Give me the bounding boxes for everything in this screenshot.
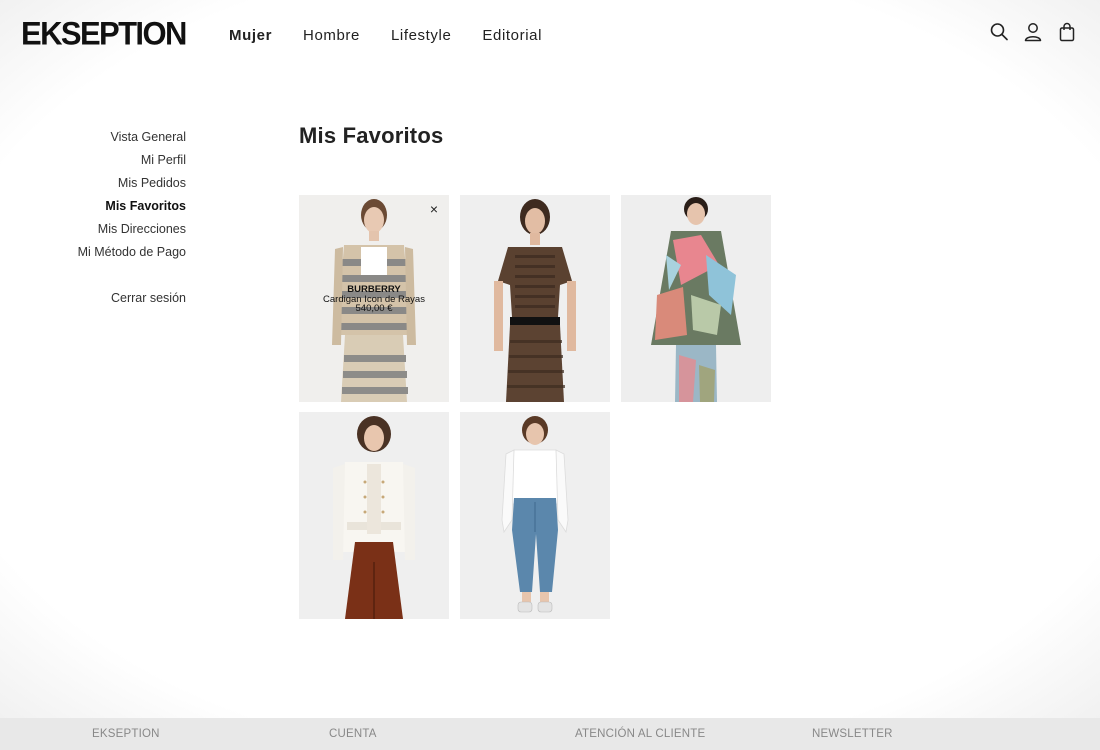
account-sidebar: Vista General Mi Perfil Mis Pedidos Mis … <box>40 126 186 310</box>
page: EKSEPTION Mujer Hombre Lifestyle Editori… <box>0 0 1100 718</box>
bag-icon[interactable] <box>1058 22 1076 42</box>
product-image <box>621 195 771 402</box>
product-image <box>460 412 610 619</box>
footer-column-atencion-cliente[interactable]: ATENCIÓN AL CLIENTE <box>575 728 705 740</box>
site-footer: EKSEPTION CUENTA ATENCIÓN AL CLIENTE NEW… <box>0 718 1100 750</box>
search-icon[interactable] <box>990 22 1008 42</box>
nav-item-lifestyle[interactable]: Lifestyle <box>391 27 451 44</box>
sidebar-item-metodo-de-pago[interactable]: Mi Método de Pago <box>40 241 186 264</box>
site-logo[interactable]: EKSEPTION <box>21 15 187 53</box>
page-title: Mis Favoritos <box>299 123 444 148</box>
sidebar-item-vista-general[interactable]: Vista General <box>40 126 186 149</box>
remove-favorite-button[interactable]: × <box>427 201 441 217</box>
nav-item-editorial[interactable]: Editorial <box>482 27 542 44</box>
product-price: 540,00 € <box>355 303 393 314</box>
favorites-grid: × BURBERRY Cardigan Icon de Rayas 540,00… <box>299 195 931 619</box>
product-image <box>460 195 610 402</box>
sidebar-item-mi-perfil[interactable]: Mi Perfil <box>40 149 186 172</box>
site-header: EKSEPTION Mujer Hombre Lifestyle Editori… <box>0 0 1100 72</box>
user-icon[interactable] <box>1024 22 1042 42</box>
sidebar-item-mis-direcciones[interactable]: Mis Direcciones <box>40 218 186 241</box>
sidebar-item-mis-pedidos[interactable]: Mis Pedidos <box>40 172 186 195</box>
footer-column-ekseption[interactable]: EKSEPTION <box>92 728 160 740</box>
sidebar-item-mis-favoritos[interactable]: Mis Favoritos <box>40 195 186 218</box>
product-card[interactable] <box>460 195 610 402</box>
header-icons <box>990 22 1076 42</box>
nav-item-hombre[interactable]: Hombre <box>303 27 360 44</box>
product-card[interactable] <box>299 412 449 619</box>
logout-link[interactable]: Cerrar sesión <box>40 287 186 310</box>
main-nav: Mujer Hombre Lifestyle Editorial <box>229 27 542 44</box>
footer-column-cuenta[interactable]: CUENTA <box>329 728 377 740</box>
product-card[interactable] <box>460 412 610 619</box>
nav-item-mujer[interactable]: Mujer <box>229 27 272 44</box>
product-info-overlay: BURBERRY Cardigan Icon de Rayas 540,00 € <box>299 285 449 314</box>
product-image <box>299 412 449 619</box>
product-card[interactable]: × BURBERRY Cardigan Icon de Rayas 540,00… <box>299 195 449 402</box>
footer-column-newsletter[interactable]: NEWSLETTER <box>812 728 893 740</box>
product-card[interactable] <box>621 195 771 402</box>
